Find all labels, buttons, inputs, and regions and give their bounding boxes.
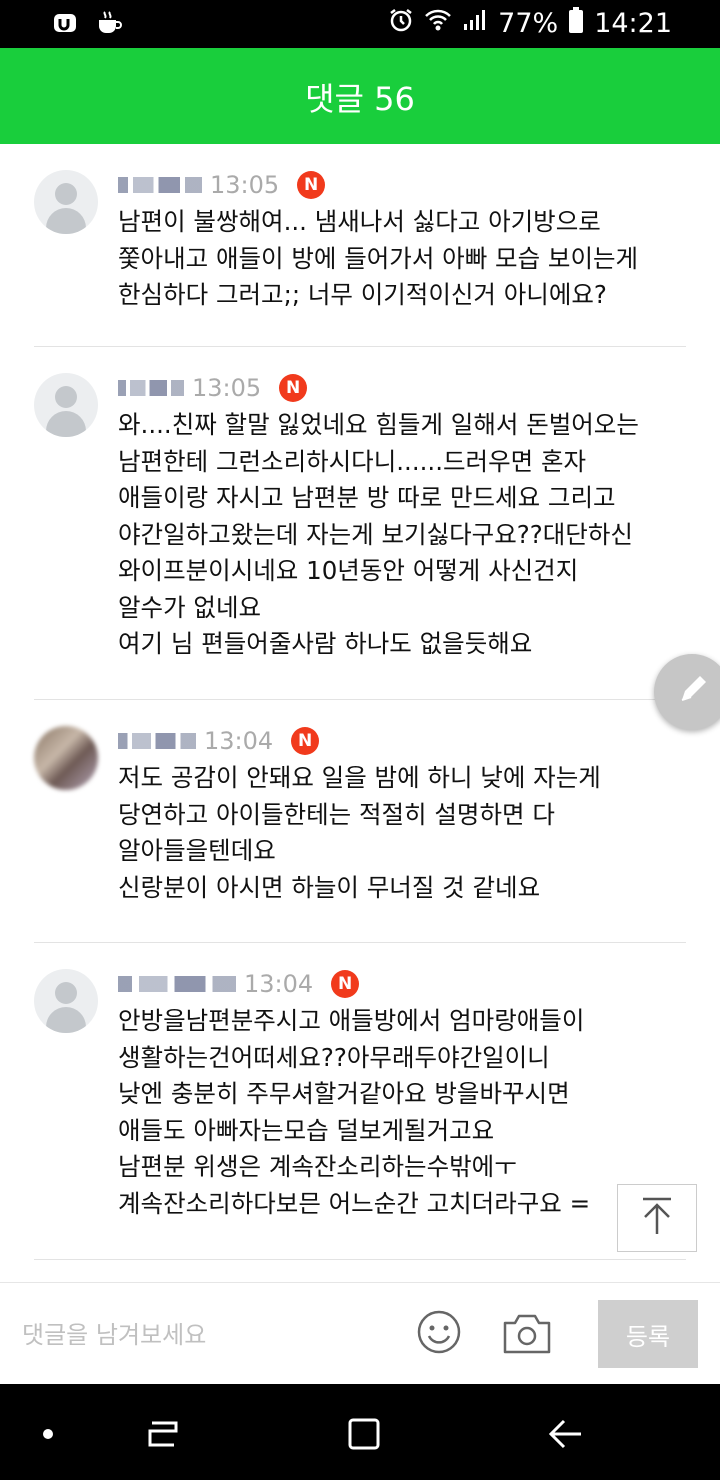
alarm-icon xyxy=(388,7,414,40)
author-name-blurred[interactable] xyxy=(118,976,236,992)
comment-list[interactable]: 13:05 N 남편이 불쌍해여... 냄새나서 싫다고 아기방으로 쫓아내고 … xyxy=(0,144,720,1282)
avatar[interactable] xyxy=(34,373,98,437)
submit-button[interactable]: 등록 xyxy=(598,1300,698,1368)
page-title: 댓글 56 xyxy=(305,80,415,118)
new-badge: N xyxy=(331,970,360,998)
smiley-icon[interactable] xyxy=(416,1309,462,1355)
comment-time: 13:05 xyxy=(210,171,280,199)
recent-apps-icon[interactable] xyxy=(142,1414,182,1454)
dot-icon[interactable] xyxy=(28,1414,68,1454)
comment-item: 13:05 N 와....친짜 할말 잃었네요 힘들게 일해서 돈벌어오는 남편… xyxy=(34,347,686,700)
comment-time: 13:04 xyxy=(204,727,274,755)
comment-text: 안방을남편분주시고 애들방에서 엄마랑애들이 생활하는건어떠세요??아무래두야간… xyxy=(118,1006,591,1218)
comment-composer: 댓글을 남겨보세요 등록 xyxy=(0,1282,720,1385)
battery-percent: 77% xyxy=(498,8,559,39)
author-name-blurred[interactable] xyxy=(118,380,184,396)
pencil-icon xyxy=(674,672,710,712)
comment-time: 13:05 xyxy=(192,374,262,402)
new-badge: N xyxy=(279,374,308,402)
arrow-up-icon xyxy=(639,1196,675,1240)
author-name-blurred[interactable] xyxy=(118,177,202,193)
comment-text: 저도 공감이 안돼요 일을 밤에 하니 낮에 자는게 당연하고 아이들한테는 적… xyxy=(118,763,601,902)
header-bar: 댓글 56 xyxy=(0,48,720,144)
battery-icon xyxy=(568,6,584,41)
wifi-icon xyxy=(424,8,452,39)
avatar[interactable] xyxy=(34,969,98,1033)
comment-text: 남편이 불쌍해여... 냄새나서 싫다고 아기방으로 쫓아내고 애들이 방에 들… xyxy=(118,207,639,309)
comment-time: 13:04 xyxy=(244,970,314,998)
comment-input[interactable]: 댓글을 남겨보세요 xyxy=(22,1315,206,1350)
avatar[interactable] xyxy=(34,170,98,234)
back-icon[interactable] xyxy=(546,1414,586,1454)
comment-item: 13:04 N 저도 공감이 안돼요 일을 밤에 하니 낮에 자는게 당연하고 … xyxy=(34,700,686,943)
signal-icon xyxy=(462,8,488,39)
comment-item: 13:04 N 안방을남편분주시고 애들방에서 엄마랑애들이 생활하는건어떠세요… xyxy=(34,943,686,1260)
app-notification-icon xyxy=(50,8,80,38)
home-icon[interactable] xyxy=(344,1414,384,1454)
avatar[interactable] xyxy=(34,726,98,790)
scroll-top-button[interactable] xyxy=(617,1184,697,1252)
new-badge: N xyxy=(297,171,326,199)
author-name-blurred[interactable] xyxy=(118,733,196,749)
new-badge: N xyxy=(291,727,320,755)
comment-item: 13:05 N 남편이 불쌍해여... 냄새나서 싫다고 아기방으로 쫓아내고 … xyxy=(34,144,686,347)
coffee-icon xyxy=(94,8,124,38)
write-comment-button[interactable] xyxy=(654,654,720,730)
comment-text: 와....친짜 할말 잃었네요 힘들게 일해서 돈벌어오는 남편한테 그런소리하… xyxy=(118,410,639,658)
camera-icon[interactable] xyxy=(502,1311,552,1355)
status-bar: 77% 14:21 xyxy=(0,0,720,48)
system-nav-bar xyxy=(0,1384,720,1480)
clock: 14:21 xyxy=(594,8,672,39)
